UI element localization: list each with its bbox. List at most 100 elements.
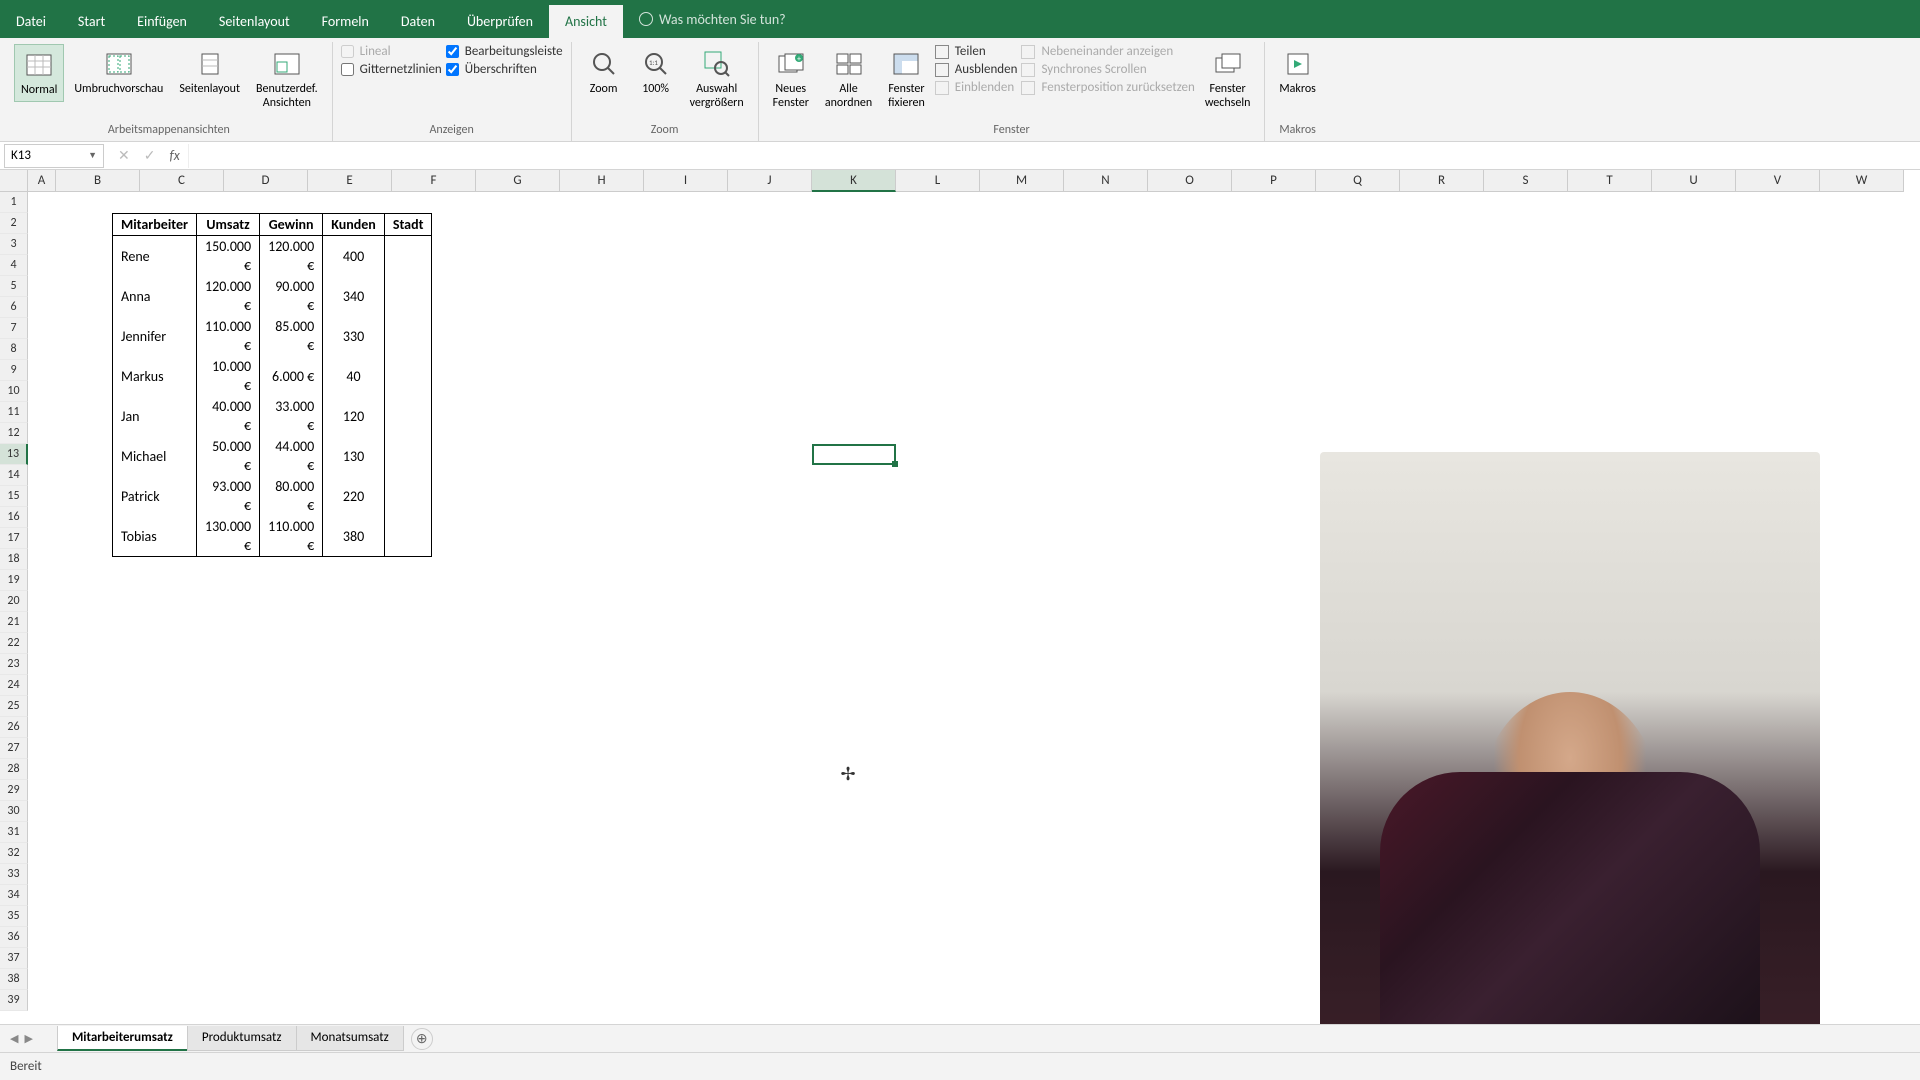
column-header-S[interactable]: S bbox=[1484, 170, 1568, 192]
table-cell[interactable]: Michael bbox=[113, 436, 197, 476]
table-cell[interactable]: 120.000 € bbox=[260, 236, 323, 277]
table-cell[interactable]: 33.000 € bbox=[260, 396, 323, 436]
row-header-38[interactable]: 38 bbox=[0, 969, 28, 990]
table-cell[interactable]: 400 bbox=[323, 236, 385, 277]
column-header-G[interactable]: G bbox=[476, 170, 560, 192]
column-header-R[interactable]: R bbox=[1400, 170, 1484, 192]
row-header-14[interactable]: 14 bbox=[0, 465, 28, 486]
table-cell[interactable]: 93.000 € bbox=[197, 476, 260, 516]
table-cell[interactable]: 110.000 € bbox=[197, 316, 260, 356]
column-header-Q[interactable]: Q bbox=[1316, 170, 1400, 192]
table-cell[interactable]: 110.000 € bbox=[260, 516, 323, 557]
table-cell[interactable]: 80.000 € bbox=[260, 476, 323, 516]
table-cell[interactable]: 120.000 € bbox=[197, 276, 260, 316]
table-cell[interactable]: 330 bbox=[323, 316, 385, 356]
row-header-34[interactable]: 34 bbox=[0, 885, 28, 906]
table-cell[interactable]: 120 bbox=[323, 396, 385, 436]
row-header-11[interactable]: 11 bbox=[0, 402, 28, 423]
column-header-J[interactable]: J bbox=[728, 170, 812, 192]
table-cell[interactable]: 130.000 € bbox=[197, 516, 260, 557]
column-header-A[interactable]: A bbox=[28, 170, 56, 192]
view-pagebreak-button[interactable]: Umbruchvorschau bbox=[68, 44, 169, 100]
name-box-dropdown-icon[interactable]: ▼ bbox=[88, 150, 97, 161]
table-cell[interactable]: 10.000 € bbox=[197, 356, 260, 396]
column-header-P[interactable]: P bbox=[1232, 170, 1316, 192]
check-gridlines[interactable]: Gitternetzlinien bbox=[341, 62, 442, 77]
column-header-L[interactable]: L bbox=[896, 170, 980, 192]
row-header-12[interactable]: 12 bbox=[0, 423, 28, 444]
row-header-8[interactable]: 8 bbox=[0, 339, 28, 360]
row-header-32[interactable]: 32 bbox=[0, 843, 28, 864]
table-cell[interactable]: 380 bbox=[323, 516, 385, 557]
tab-datei[interactable]: Datei bbox=[0, 5, 62, 38]
view-pagelayout-button[interactable]: Seitenlayout bbox=[173, 44, 246, 100]
column-header-F[interactable]: F bbox=[392, 170, 476, 192]
row-header-18[interactable]: 18 bbox=[0, 549, 28, 570]
row-header-31[interactable]: 31 bbox=[0, 822, 28, 843]
macros-button[interactable]: Makros bbox=[1273, 44, 1321, 100]
sheet-nav-next[interactable]: ▶ bbox=[22, 1030, 34, 1047]
table-cell[interactable]: Jennifer bbox=[113, 316, 197, 356]
table-cell[interactable]: 50.000 € bbox=[197, 436, 260, 476]
row-header-20[interactable]: 20 bbox=[0, 591, 28, 612]
sheet-tab-mitarbeiterumsatz[interactable]: Mitarbeiterumsatz bbox=[57, 1026, 188, 1051]
table-cell[interactable]: Rene bbox=[113, 236, 197, 277]
row-header-35[interactable]: 35 bbox=[0, 906, 28, 927]
fill-handle[interactable] bbox=[892, 461, 898, 467]
row-header-9[interactable]: 9 bbox=[0, 360, 28, 381]
row-header-2[interactable]: 2 bbox=[0, 213, 28, 234]
table-cell[interactable]: 44.000 € bbox=[260, 436, 323, 476]
table-cell[interactable] bbox=[384, 396, 432, 436]
row-header-21[interactable]: 21 bbox=[0, 612, 28, 633]
column-header-W[interactable]: W bbox=[1820, 170, 1904, 192]
table-cell[interactable]: 150.000 € bbox=[197, 236, 260, 277]
row-header-5[interactable]: 5 bbox=[0, 276, 28, 297]
view-normal-button[interactable]: Normal bbox=[14, 44, 64, 102]
table-cell[interactable] bbox=[384, 436, 432, 476]
table-cell[interactable]: 6.000 € bbox=[260, 356, 323, 396]
column-header-C[interactable]: C bbox=[140, 170, 224, 192]
sheet-nav-prev[interactable]: ◀ bbox=[8, 1030, 20, 1047]
column-header-H[interactable]: H bbox=[560, 170, 644, 192]
row-header-22[interactable]: 22 bbox=[0, 633, 28, 654]
column-header-E[interactable]: E bbox=[308, 170, 392, 192]
table-cell[interactable] bbox=[384, 516, 432, 557]
tab-seitenlayout[interactable]: Seitenlayout bbox=[203, 5, 306, 38]
row-header-15[interactable]: 15 bbox=[0, 486, 28, 507]
hide-button[interactable]: Ausblenden bbox=[935, 62, 1018, 77]
freeze-panes-button[interactable]: Fenster fixieren bbox=[882, 44, 931, 115]
split-button[interactable]: Teilen bbox=[935, 44, 1018, 59]
select-all-corner[interactable] bbox=[0, 170, 28, 192]
row-header-33[interactable]: 33 bbox=[0, 864, 28, 885]
table-cell[interactable]: 220 bbox=[323, 476, 385, 516]
tab-daten[interactable]: Daten bbox=[385, 5, 451, 38]
row-header-39[interactable]: 39 bbox=[0, 990, 28, 1011]
row-header-7[interactable]: 7 bbox=[0, 318, 28, 339]
table-cell[interactable]: 40 bbox=[323, 356, 385, 396]
row-header-10[interactable]: 10 bbox=[0, 381, 28, 402]
sheet-tab-produktumsatz[interactable]: Produktumsatz bbox=[187, 1026, 297, 1051]
tab-start[interactable]: Start bbox=[62, 5, 121, 38]
fx-icon[interactable]: fx bbox=[169, 147, 179, 164]
zoom-100-button[interactable]: 1:1 100% bbox=[632, 44, 680, 100]
tell-me-search[interactable]: Was möchten Sie tun? bbox=[633, 11, 786, 28]
column-header-O[interactable]: O bbox=[1148, 170, 1232, 192]
column-header-U[interactable]: U bbox=[1652, 170, 1736, 192]
column-header-V[interactable]: V bbox=[1736, 170, 1820, 192]
column-header-K[interactable]: K bbox=[812, 170, 896, 192]
arrange-all-button[interactable]: Alle anordnen bbox=[819, 44, 878, 115]
row-header-17[interactable]: 17 bbox=[0, 528, 28, 549]
tab-überprüfen[interactable]: Überprüfen bbox=[451, 5, 549, 38]
column-header-B[interactable]: B bbox=[56, 170, 140, 192]
row-header-19[interactable]: 19 bbox=[0, 570, 28, 591]
zoom-selection-button[interactable]: Auswahl vergrößern bbox=[684, 44, 750, 115]
row-header-3[interactable]: 3 bbox=[0, 234, 28, 255]
table-cell[interactable] bbox=[384, 276, 432, 316]
column-header-N[interactable]: N bbox=[1064, 170, 1148, 192]
tab-einfügen[interactable]: Einfügen bbox=[121, 5, 203, 38]
zoom-button[interactable]: Zoom bbox=[580, 44, 628, 100]
add-sheet-button[interactable]: ⊕ bbox=[411, 1028, 433, 1050]
row-header-23[interactable]: 23 bbox=[0, 654, 28, 675]
table-cell[interactable]: Markus bbox=[113, 356, 197, 396]
row-header-16[interactable]: 16 bbox=[0, 507, 28, 528]
